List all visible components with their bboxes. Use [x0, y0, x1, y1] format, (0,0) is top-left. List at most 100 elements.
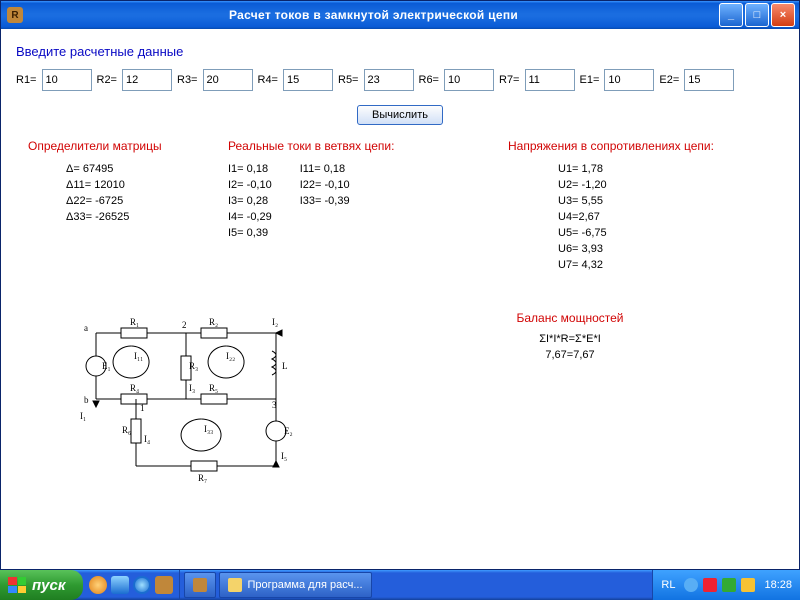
section-determinants: Определители матрицы Δ= 67495 Δ11= 12010… — [28, 139, 208, 271]
svg-text:E₁: E₁ — [102, 361, 111, 371]
det-line: Δ= 67495 — [66, 163, 129, 175]
titlebar[interactable]: R Расчет токов в замкнутой электрической… — [1, 1, 799, 29]
section-voltages: Напряжения в сопротивлениях цепи: U1= 1,… — [508, 139, 784, 271]
input-r1[interactable] — [42, 69, 92, 91]
volt-line: U7= 4,32 — [558, 259, 607, 271]
section-balance: Баланс мощностей ΣI*I*R=Σ*E*I 7,67=7,67 — [356, 311, 784, 486]
svg-text:R₅: R₅ — [209, 383, 218, 393]
window-title: Расчет токов в замкнутой электрической ц… — [28, 8, 719, 22]
minimize-button[interactable]: _ — [719, 3, 743, 27]
svg-text:I₂₂: I₂₂ — [226, 351, 235, 361]
input-e2[interactable] — [684, 69, 734, 91]
input-r3[interactable] — [203, 69, 253, 91]
cur-line: I4= -0,29 — [228, 211, 272, 223]
volt-line: U6= 3,93 — [558, 243, 607, 255]
calculate-button[interactable]: Вычислить — [357, 105, 443, 125]
label-r6: R6= — [419, 74, 440, 86]
svg-text:I₅: I₅ — [281, 451, 287, 461]
app-quicklaunch-icon[interactable] — [155, 576, 173, 594]
input-e1[interactable] — [604, 69, 654, 91]
folder-icon — [228, 578, 242, 592]
svg-text:R₆: R₆ — [122, 425, 131, 435]
desktop-icon[interactable] — [111, 576, 129, 594]
volt-line: U5= -6,75 — [558, 227, 607, 239]
input-r7[interactable] — [525, 69, 575, 91]
svg-text:a: a — [84, 323, 88, 333]
circuit-svg: a R₁2 R₂I₂ E₁ I₁₁ R₃I₃ I₂₂ L R₄R₅ b3 I₁ … — [76, 311, 316, 486]
svg-text:E₂: E₂ — [284, 426, 293, 436]
start-button[interactable]: пуск — [0, 570, 83, 600]
windows-logo-icon — [8, 577, 26, 593]
clock[interactable]: 18:28 — [764, 579, 792, 591]
svg-text:I₁₁: I₁₁ — [134, 351, 143, 361]
svg-text:3: 3 — [272, 400, 277, 410]
svg-text:1: 1 — [140, 403, 145, 413]
cur-title: Реальные токи в ветвях цепи: — [228, 139, 488, 153]
input-r6[interactable] — [444, 69, 494, 91]
tray-icon[interactable] — [684, 578, 698, 592]
svg-text:2: 2 — [182, 320, 187, 330]
cur-line: I22= -0,10 — [300, 179, 350, 191]
label-r5: R5= — [338, 74, 359, 86]
det-line: Δ11= 12010 — [66, 179, 129, 191]
label-r2: R2= — [97, 74, 118, 86]
svg-text:I₂: I₂ — [272, 317, 278, 327]
label-r1: R1= — [16, 74, 37, 86]
cur-line: I5= 0,39 — [228, 227, 272, 239]
taskbar-item-program[interactable]: Программа для расч... — [219, 572, 371, 598]
volt-line: U2= -1,20 — [558, 179, 607, 191]
cur-line: I1= 0,18 — [228, 163, 272, 175]
tray-icon[interactable] — [722, 578, 736, 592]
language-indicator[interactable]: RL — [661, 579, 675, 591]
svg-text:I₄: I₄ — [144, 434, 150, 444]
label-e2: E2= — [659, 74, 679, 86]
cur-line: I2= -0,10 — [228, 179, 272, 191]
start-label: пуск — [32, 577, 65, 594]
input-r5[interactable] — [364, 69, 414, 91]
input-r2[interactable] — [122, 69, 172, 91]
balance-result: 7,67=7,67 — [356, 349, 784, 361]
task-app-icon — [193, 578, 207, 592]
task-label: Программа для расч... — [247, 579, 362, 591]
svg-text:I₁: I₁ — [80, 411, 86, 421]
client-area: Введите расчетные данные R1= R2= R3= R4=… — [2, 30, 798, 568]
det-line: Δ22= -6725 — [66, 195, 129, 207]
label-r7: R7= — [499, 74, 520, 86]
app-icon: R — [7, 7, 23, 23]
cur-line: I11= 0,18 — [300, 163, 350, 175]
svg-text:L: L — [282, 361, 288, 371]
taskbar-item-app[interactable] — [184, 572, 216, 598]
volt-line: U4=2,67 — [558, 211, 607, 223]
volt-line: U1= 1,78 — [558, 163, 607, 175]
det-title: Определители матрицы — [28, 139, 208, 153]
volt-title: Напряжения в сопротивлениях цепи: — [508, 139, 784, 153]
svg-text:I₃: I₃ — [189, 383, 195, 393]
tray-icon[interactable] — [703, 578, 717, 592]
firefox-icon[interactable] — [89, 576, 107, 594]
system-tray: RL 18:28 — [652, 570, 800, 600]
input-r4[interactable] — [283, 69, 333, 91]
input-row: R1= R2= R3= R4= R5= R6= R7= E1= E2= — [16, 69, 784, 91]
svg-text:R₇: R₇ — [198, 473, 207, 483]
cur-line: I33= -0,39 — [300, 195, 350, 207]
svg-text:R₁: R₁ — [130, 317, 139, 327]
svg-text:R₄: R₄ — [130, 383, 139, 393]
app-window: R Расчет токов в замкнутой электрической… — [0, 0, 800, 570]
label-r4: R4= — [258, 74, 279, 86]
label-e1: E1= — [580, 74, 600, 86]
svg-text:R₂: R₂ — [209, 317, 218, 327]
taskbar: пуск Программа для расч... RL 18:28 — [0, 570, 800, 600]
tray-icon[interactable] — [741, 578, 755, 592]
cur-line: I3= 0,28 — [228, 195, 272, 207]
label-r3: R3= — [177, 74, 198, 86]
circuit-diagram: a R₁2 R₂I₂ E₁ I₁₁ R₃I₃ I₂₂ L R₄R₅ b3 I₁ … — [76, 311, 356, 486]
balance-formula: ΣI*I*R=Σ*E*I — [356, 333, 784, 345]
quick-launch — [83, 570, 180, 600]
svg-text:R₃: R₃ — [189, 361, 198, 371]
maximize-button[interactable]: □ — [745, 3, 769, 27]
svg-text:b: b — [84, 395, 89, 405]
close-button[interactable]: × — [771, 3, 795, 27]
balance-title: Баланс мощностей — [356, 311, 784, 325]
ie-icon[interactable] — [133, 576, 151, 594]
det-line: Δ33= -26525 — [66, 211, 129, 223]
